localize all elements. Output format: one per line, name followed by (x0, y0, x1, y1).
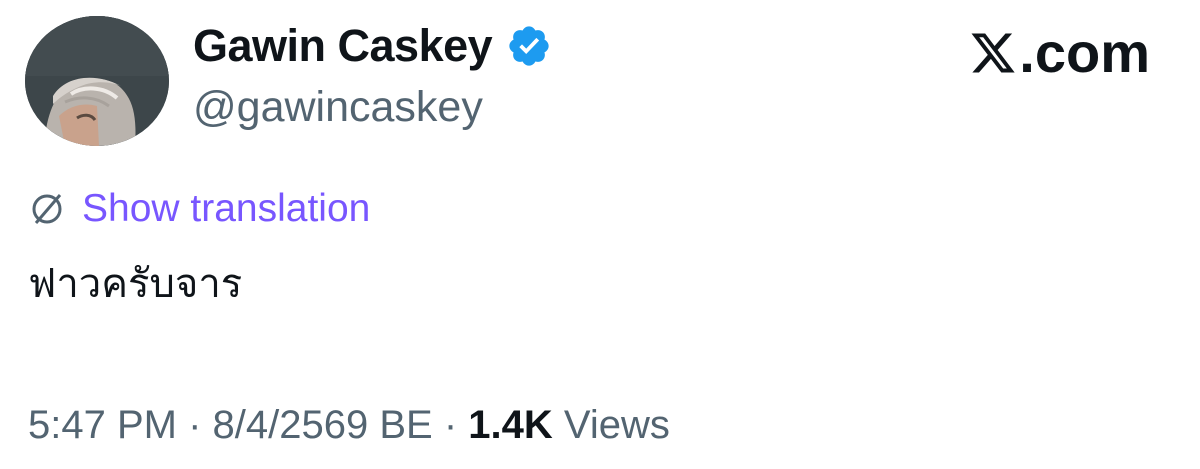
globe-translate-icon (28, 190, 66, 228)
avatar-image (25, 16, 169, 146)
user-handle[interactable]: @gawincaskey (193, 82, 483, 132)
views-count[interactable]: 1.4K (468, 403, 553, 447)
brand-logo: .com (969, 24, 1150, 82)
tweet-date[interactable]: 8/4/2569 BE (213, 403, 433, 447)
tweet-text: ฟาวครับจาร (28, 261, 243, 307)
avatar[interactable] (25, 16, 169, 146)
meta-separator: · (176, 403, 213, 447)
brand-domain-text: .com (1019, 21, 1150, 84)
display-name[interactable]: Gawin Caskey (193, 20, 552, 72)
show-translation-label[interactable]: Show translation (82, 186, 370, 232)
x-logo-icon (969, 29, 1017, 77)
meta-separator: · (432, 403, 469, 447)
display-name-text: Gawin Caskey (193, 20, 493, 71)
verified-badge-icon (506, 23, 552, 69)
tweet-meta: 5:47 PM · 8/4/2569 BE · 1.4K Views (28, 401, 670, 449)
tweet-time[interactable]: 5:47 PM (28, 403, 177, 447)
views-label: Views (552, 403, 670, 447)
show-translation-button[interactable]: Show translation (28, 186, 370, 232)
